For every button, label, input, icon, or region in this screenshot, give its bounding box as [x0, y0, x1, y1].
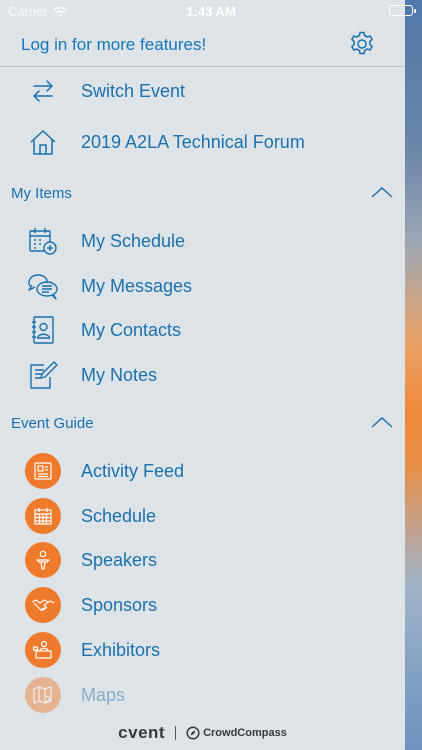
exhibitor-booth-icon [25, 632, 61, 668]
battery-icon [389, 5, 416, 16]
contact-book-icon [25, 312, 61, 348]
swap-arrows-icon [25, 73, 61, 109]
chat-bubbles-icon [25, 268, 61, 304]
menu-item-my-messages[interactable]: My Messages [0, 264, 405, 308]
menu-item-exhibitors[interactable]: Exhibitors [0, 628, 405, 672]
gear-icon[interactable] [348, 30, 376, 58]
menu-item-speakers[interactable]: Speakers [0, 538, 405, 582]
home-icon [25, 124, 61, 160]
menu-item-label: Switch Event [81, 80, 186, 101]
chevron-up-icon[interactable] [370, 185, 394, 201]
menu-item-label: My Schedule [81, 230, 186, 251]
background-edge [405, 0, 422, 750]
footer-divider [175, 726, 177, 740]
login-link[interactable]: Log in for more features! [21, 35, 206, 55]
menu-item-label: My Messages [81, 275, 193, 296]
chevron-up-icon[interactable] [370, 415, 394, 431]
menu-item-label: Schedule [81, 505, 157, 526]
menu-item-my-notes[interactable]: My Notes [0, 353, 405, 397]
menu-item-label: Exhibitors [81, 639, 161, 660]
menu-header: Log in for more features! [0, 22, 405, 67]
menu-item-label: Activity Feed [81, 460, 185, 481]
menu-item-switch-event[interactable]: Switch Event [0, 69, 405, 113]
compass-icon [186, 726, 200, 740]
cvent-logo: cvent [118, 723, 166, 742]
menu-item-label: My Contacts [81, 319, 182, 340]
menu-item-label: Sponsors [81, 594, 158, 615]
crowdcompass-logo: CrowdCompass [186, 726, 287, 740]
menu-item-label: Maps [81, 684, 126, 705]
menu-item-label: My Notes [81, 364, 158, 385]
clock: 1:43 AM [186, 4, 236, 19]
menu-item-activity-feed[interactable]: Activity Feed [0, 449, 405, 493]
note-pencil-icon [25, 357, 61, 393]
speaker-podium-icon [25, 542, 61, 578]
section-event-guide[interactable]: Event Guide [0, 409, 405, 439]
menu-item-schedule[interactable]: Schedule [0, 494, 405, 538]
menu-item-sponsors[interactable]: Sponsors [0, 583, 405, 627]
section-my-items[interactable]: My Items [0, 179, 405, 209]
side-menu: Log in for more features! Switch Event 2… [0, 0, 405, 750]
handshake-icon [25, 587, 61, 623]
footer-branding: cvent CrowdCompass [0, 722, 405, 744]
menu-item-my-schedule[interactable]: My Schedule [0, 219, 405, 263]
menu-item-maps[interactable]: Maps [0, 673, 405, 717]
section-title: My Items [11, 185, 72, 202]
section-title: Event Guide [11, 415, 94, 432]
crowdcompass-text: CrowdCompass [203, 727, 287, 739]
newspaper-icon [25, 453, 61, 489]
menu-item-my-contacts[interactable]: My Contacts [0, 308, 405, 352]
status-bar: Carrier 1:43 AM [0, 0, 422, 22]
menu-item-label: Speakers [81, 549, 158, 570]
menu-item-event-home[interactable]: 2019 A2LA Technical Forum [0, 120, 405, 164]
calendar-icon [25, 498, 61, 534]
map-pin-icon [25, 677, 61, 713]
menu-item-label: 2019 A2LA Technical Forum [81, 131, 305, 152]
calendar-add-icon [25, 223, 61, 259]
